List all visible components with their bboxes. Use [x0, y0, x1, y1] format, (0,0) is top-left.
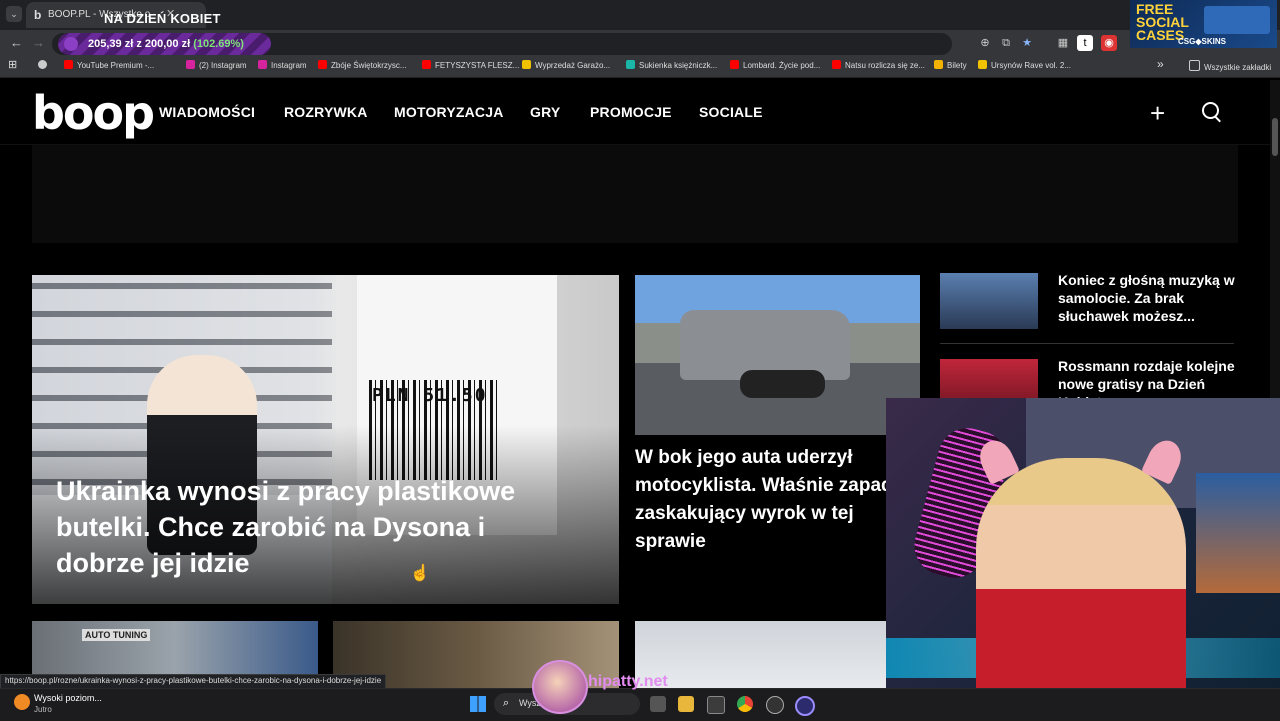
bookmark-item[interactable]: Ursynów Rave vol. 2...: [978, 60, 1071, 70]
scrollbar-thumb[interactable]: [1272, 118, 1278, 156]
extension-icon[interactable]: ▦: [1055, 35, 1071, 51]
bookmark-favicon-icon: [626, 60, 635, 69]
bookmark-favicon-icon: [978, 60, 987, 69]
donation-percent: (102.69%): [193, 38, 244, 50]
nav-sociale[interactable]: SOCIALE: [699, 104, 763, 120]
weather-icon[interactable]: [14, 694, 30, 710]
bookmark-item[interactable]: (2) Instagram: [186, 60, 247, 70]
back-button[interactable]: ←: [10, 35, 23, 50]
zoom-icon[interactable]: ⊕: [977, 35, 993, 51]
ad-image: [1204, 6, 1270, 34]
search-icon: ⌕: [503, 697, 510, 709]
donation-amount: 205,39 zł z 200,00 zł: [88, 38, 191, 50]
divider: [940, 343, 1234, 344]
bookmark-label: Wyprzedaż Garażo...: [535, 61, 611, 70]
bookmark-label: YouTube Premium -...: [77, 61, 155, 70]
side-article-title[interactable]: Koniec z głośną muzyką w samolocie. Za b…: [1058, 271, 1238, 325]
painting: [1196, 473, 1280, 593]
bookmark-label: Sukienka księżniczk...: [639, 61, 718, 70]
forward-button[interactable]: →: [32, 35, 45, 50]
bookmark-favicon-icon: [186, 60, 195, 69]
bookmark-label: (2) Instagram: [199, 61, 247, 70]
file-explorer-icon[interactable]: [678, 696, 694, 712]
search-icon[interactable]: [1202, 102, 1219, 119]
bookmark-item[interactable]: Bilety: [934, 60, 967, 70]
nav-wiadomosci[interactable]: WIADOMOŚCI: [159, 104, 255, 120]
streamer-avatar: [532, 660, 588, 714]
site-favicon-icon: b: [34, 8, 42, 22]
mouse-pointer-icon: ☝: [410, 565, 430, 582]
windows-start-icon[interactable]: [470, 696, 486, 712]
nav-gry[interactable]: GRY: [530, 104, 560, 120]
bookmark-item[interactable]: Sukienka księżniczk...: [626, 60, 717, 70]
donation-icon: [64, 37, 78, 51]
apps-grid-icon[interactable]: ⊞: [8, 58, 17, 71]
tuning-sign: AUTO TUNING: [82, 629, 151, 641]
nav-promocje[interactable]: PROMOCJE: [590, 104, 672, 120]
weather-title[interactable]: Wysoki poziom...: [34, 693, 102, 703]
chrome-icon[interactable]: [737, 696, 753, 712]
app-icon[interactable]: [795, 696, 815, 716]
bookmark-label: Zbóje Świętokrzysc...: [331, 61, 407, 70]
task-view-icon[interactable]: [650, 696, 666, 712]
bookmark-label: Instagram: [271, 61, 307, 70]
extension-icon[interactable]: ◉: [1101, 35, 1117, 51]
weather-subtitle: Jutro: [34, 705, 52, 714]
taskbar: [0, 688, 1280, 721]
bookmark-item[interactable]: Natsu rozlicza się ze...: [832, 60, 925, 70]
bookmark-favicon-icon: [934, 60, 943, 69]
article-title[interactable]: W bok jego auta uderzył motocyklista. Wł…: [635, 444, 915, 556]
price-tag: PLN 51.50: [372, 385, 488, 406]
bookmark-favicon-icon: [318, 60, 327, 69]
ad-brand: CSG◆SKINS: [1178, 37, 1226, 46]
bookmark-label: Ursynów Rave vol. 2...: [991, 61, 1072, 70]
streamer-tag: hipatty.net: [588, 673, 668, 690]
bookmark-item[interactable]: Lombard. Życie pod...: [730, 60, 820, 70]
all-bookmarks-label: Wszystkie zakładki: [1204, 63, 1272, 72]
bookmark-label: Natsu rozlicza się ze...: [845, 61, 926, 70]
bookmark-favicon-icon: [258, 60, 267, 69]
bookmark-item[interactable]: Wyprzedaż Garażo...: [522, 60, 610, 70]
nav-rozrywka[interactable]: ROZRYWKA: [284, 104, 368, 120]
hero-article[interactable]: PLN 51.50 Ukrainka wynosi z pracy plasti…: [32, 275, 619, 604]
ad-placeholder: [32, 145, 1238, 243]
bookmark-favicon-icon: [422, 60, 431, 69]
bookmark-favicon-icon: [730, 60, 739, 69]
bookmark-favicon-icon: [64, 60, 73, 69]
side-article-image[interactable]: [940, 273, 1038, 329]
steam-icon[interactable]: [766, 696, 784, 714]
tab-search-button[interactable]: ⌄: [6, 6, 22, 22]
bookmark-icon[interactable]: [38, 60, 51, 70]
nav-motoryzacja[interactable]: MOTORYZACJA: [394, 104, 504, 120]
bookmark-item[interactable]: YouTube Premium -...: [64, 60, 154, 70]
donation-progress: 205,39 zł z 200,00 zł (102.69%): [88, 38, 244, 50]
motorcycle-shape: [740, 370, 825, 398]
bookmark-item[interactable]: Instagram: [258, 60, 307, 70]
article-image-snow[interactable]: [635, 621, 886, 688]
bookmark-item[interactable]: FETYSZYSTA FLESZ...: [422, 60, 519, 70]
site-logo[interactable]: boop: [32, 86, 155, 140]
bookmark-label: FETYSZYSTA FLESZ...: [435, 61, 520, 70]
bookmark-item[interactable]: Zbóje Świętokrzysc...: [318, 60, 407, 70]
webcam-overlay: [886, 398, 1280, 720]
bookmark-label: Lombard. Życie pod...: [743, 61, 821, 70]
hero-article-title[interactable]: Ukrainka wynosi z pracy plastikowe butel…: [56, 473, 576, 581]
bookmark-favicon-icon: [522, 60, 531, 69]
bookmark-star-icon[interactable]: ★: [1019, 35, 1035, 51]
all-bookmarks[interactable]: Wszystkie zakładki: [1189, 60, 1271, 72]
bookmark-label: Bilety: [947, 61, 967, 70]
article-image-crash[interactable]: [635, 275, 920, 435]
streamer: [976, 458, 1186, 720]
extension-icon[interactable]: t: [1077, 35, 1093, 51]
more-bookmarks-icon[interactable]: »: [1157, 57, 1164, 71]
install-app-icon[interactable]: ⧉: [998, 35, 1014, 51]
plus-icon[interactable]: +: [1150, 98, 1165, 129]
store-icon[interactable]: [707, 696, 725, 714]
stream-overlay-banner: NA DZIEŃ KOBIET: [104, 11, 221, 26]
bookmark-favicon-icon: [832, 60, 841, 69]
